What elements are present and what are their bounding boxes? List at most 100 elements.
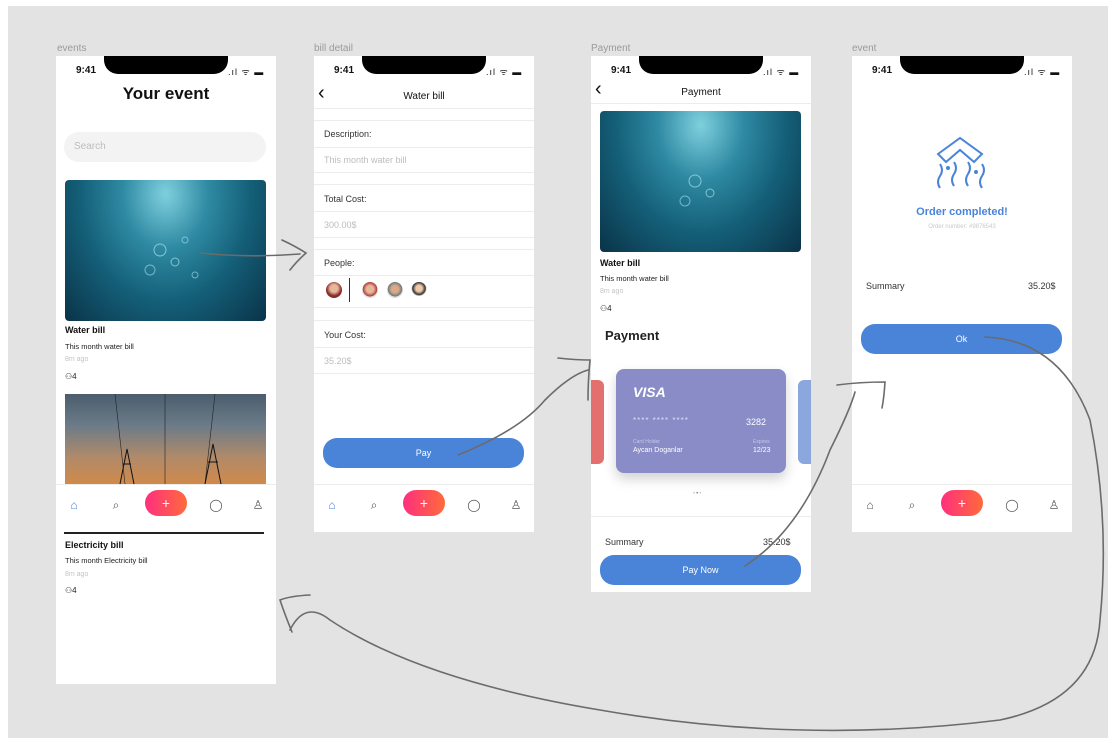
card-subtitle: This month water bill bbox=[65, 342, 134, 351]
divider bbox=[314, 320, 534, 321]
bill-people: ⚇4 bbox=[600, 304, 612, 313]
divider bbox=[314, 237, 534, 238]
divider bbox=[314, 347, 534, 348]
card-subtitle: This month Electricity bill bbox=[65, 556, 148, 565]
add-button[interactable]: + bbox=[145, 490, 187, 516]
tab-bar: ⌂ ⌕ + ◯ ♙ bbox=[56, 484, 276, 531]
profile-icon[interactable]: ♙ bbox=[246, 493, 270, 517]
bill-time: 8m ago bbox=[600, 288, 624, 295]
card-holder-name: Aycan Doganlar bbox=[633, 447, 683, 454]
phone-notch bbox=[639, 56, 763, 74]
card-expires-label: Expires bbox=[753, 439, 770, 445]
bill-title: Water bill bbox=[600, 258, 641, 268]
chat-icon[interactable]: ◯ bbox=[462, 493, 486, 517]
people-label: People: bbox=[324, 258, 355, 268]
avatar[interactable] bbox=[387, 282, 403, 298]
header-title: Water bill bbox=[403, 91, 445, 102]
bill-subtitle: This month water bill bbox=[600, 274, 669, 283]
header-title: Payment bbox=[681, 87, 721, 98]
tab-bar: ⌂ ⌕ + ◯ ♙ bbox=[314, 484, 534, 531]
your-cost-value: 35.20$ bbox=[324, 356, 352, 366]
divider bbox=[591, 103, 811, 104]
card-time: 8m ago bbox=[65, 356, 89, 363]
status-icons: .ıl ᯤ ▬ bbox=[763, 67, 800, 77]
water-bill-image bbox=[600, 111, 801, 252]
card-number-mask: **** **** **** bbox=[633, 416, 689, 425]
summary-value: 35.20$ bbox=[763, 537, 791, 547]
profile-icon[interactable]: ♙ bbox=[504, 493, 528, 517]
card-title: Electricity bill bbox=[65, 540, 124, 550]
card-holder-label: Card Holder bbox=[633, 439, 660, 445]
search-icon[interactable]: ⌕ bbox=[362, 493, 386, 517]
card-prev[interactable] bbox=[591, 380, 604, 464]
summary-label: Summary bbox=[866, 281, 905, 291]
order-number: Order number: #9876543 bbox=[928, 224, 996, 230]
avatar[interactable] bbox=[326, 282, 342, 298]
add-button[interactable]: + bbox=[941, 490, 983, 516]
phone-notch bbox=[104, 56, 228, 74]
search-icon[interactable]: ⌕ bbox=[104, 493, 128, 517]
phone-notch bbox=[900, 56, 1024, 74]
card-title: Water bill bbox=[65, 325, 106, 335]
people-count: 4 bbox=[72, 586, 77, 595]
frame-label-events: events bbox=[57, 43, 87, 54]
credit-card[interactable]: VISA **** **** **** 3282 Card Holder Ayc… bbox=[616, 369, 786, 473]
your-cost-label: Your Cost: bbox=[324, 330, 366, 340]
tab-bar: ⌂ ⌕ + ◯ ♙ bbox=[852, 484, 1072, 531]
divider bbox=[591, 516, 811, 517]
chat-icon[interactable]: ◯ bbox=[204, 493, 228, 517]
pay-now-button[interactable]: Pay Now bbox=[600, 555, 801, 585]
divider bbox=[314, 275, 534, 276]
water-bill-image[interactable] bbox=[65, 180, 266, 321]
divider bbox=[314, 120, 534, 121]
search-icon[interactable]: ⌕ bbox=[900, 493, 924, 517]
home-icon[interactable]: ⌂ bbox=[62, 493, 86, 517]
profile-icon[interactable]: ♙ bbox=[1042, 493, 1066, 517]
summary-value: 35.20$ bbox=[1028, 281, 1056, 291]
payment-section-title: Payment bbox=[605, 328, 660, 343]
avatar[interactable] bbox=[362, 282, 378, 298]
frame-label-bill-detail: bill detail bbox=[314, 43, 353, 54]
divider bbox=[314, 249, 534, 250]
frame-label-event: event bbox=[852, 43, 877, 54]
electricity-bill-image[interactable] bbox=[65, 394, 266, 484]
total-cost-value: 300.00$ bbox=[324, 220, 357, 230]
chat-icon[interactable]: ◯ bbox=[1000, 493, 1024, 517]
home-icon[interactable]: ⌂ bbox=[320, 493, 344, 517]
divider bbox=[314, 373, 534, 374]
confetti-icon bbox=[936, 136, 985, 189]
summary-label: Summary bbox=[605, 537, 644, 547]
payment-screen: 9:41 .ıl ᯤ ▬ ‹ Payment Water bill This m… bbox=[591, 56, 811, 592]
visa-logo: VISA bbox=[633, 384, 666, 400]
phone-notch bbox=[362, 56, 486, 74]
pay-button[interactable]: Pay bbox=[323, 438, 524, 468]
card-people: ⚇4 bbox=[65, 586, 77, 595]
status-icons: .ıl ᯤ ▬ bbox=[486, 67, 523, 77]
status-icons: .ıl ᯤ ▬ bbox=[228, 67, 265, 77]
divider bbox=[314, 108, 534, 109]
card-expires-value: 12/23 bbox=[753, 447, 771, 454]
ok-button[interactable]: Ok bbox=[861, 324, 1062, 354]
description-value: This month water bill bbox=[324, 155, 407, 165]
people-count: 4 bbox=[72, 372, 77, 381]
frame-label-payment: Payment bbox=[591, 43, 631, 54]
status-time: 9:41 bbox=[872, 65, 893, 76]
add-button[interactable]: + bbox=[403, 490, 445, 516]
card-next[interactable] bbox=[798, 380, 811, 464]
order-title: Order completed! bbox=[916, 206, 1008, 218]
card-people: ⚇4 bbox=[65, 372, 77, 381]
home-icon[interactable]: ⌂ bbox=[858, 493, 882, 517]
page-title: Your event bbox=[122, 84, 210, 103]
divider bbox=[314, 307, 534, 308]
avatar[interactable] bbox=[411, 282, 427, 298]
status-time: 9:41 bbox=[334, 65, 355, 76]
divider bbox=[349, 278, 350, 302]
search-input[interactable]: Search bbox=[64, 132, 266, 162]
divider bbox=[314, 211, 534, 212]
total-cost-label: Total Cost: bbox=[324, 194, 367, 204]
bill-detail-screen: 9:41 .ıl ᯤ ▬ ‹ Water bill Description: T… bbox=[314, 56, 534, 532]
divider bbox=[314, 172, 534, 173]
order-completed-screen: 9:41 .ıl ᯤ ▬ Order completed! Order numb… bbox=[852, 56, 1072, 532]
description-label: Description: bbox=[324, 129, 372, 139]
events-screen: 9:41 .ıl ᯤ ▬ Your event Search Water bil… bbox=[56, 56, 276, 684]
